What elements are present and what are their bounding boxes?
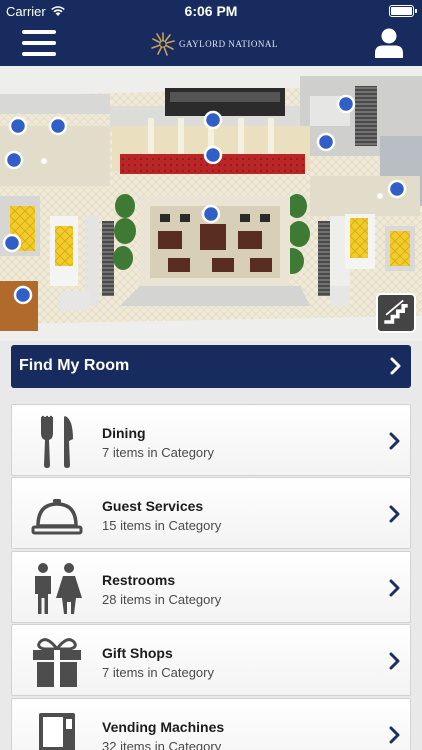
category-count: 7 items in Category [102, 445, 214, 460]
map-render [0, 66, 422, 341]
category-count: 28 items in Category [102, 592, 222, 607]
floor-map[interactable] [0, 66, 422, 341]
chevron-right-icon [389, 505, 400, 523]
category-title: Restrooms [102, 572, 176, 588]
service-bell-icon [31, 499, 83, 535]
category-restrooms[interactable]: Restrooms 28 items in Category [11, 551, 411, 623]
brand-logo: GAYLORD NATIONAL [150, 30, 280, 58]
category-gift-shops[interactable]: Gift Shops 7 items in Category [11, 624, 411, 696]
chevron-right-icon [389, 432, 400, 450]
find-my-room-label: Find My Room [19, 357, 130, 374]
fork-knife-icon [41, 415, 73, 468]
status-bar: Carrier 6:06 PM [0, 0, 422, 22]
category-count: 7 items in Category [102, 665, 214, 680]
gift-icon [33, 638, 81, 687]
user-profile-icon[interactable] [374, 27, 404, 59]
app-screen: Carrier 6:06 PM GAYLORD NATIONAL Find My… [0, 0, 422, 750]
category-vending-machines[interactable]: Vending Machines 32 items in Category [11, 698, 411, 750]
stairs-icon[interactable] [376, 293, 416, 333]
find-my-room-button[interactable]: Find My Room [11, 345, 411, 388]
chevron-right-icon [389, 652, 400, 670]
category-title: Vending Machines [102, 719, 225, 735]
category-dining[interactable]: Dining 7 items in Category [11, 404, 411, 476]
chevron-right-icon [390, 357, 401, 375]
category-title: Gift Shops [102, 645, 173, 661]
clock-time: 6:06 PM [184, 3, 238, 19]
category-guest-services[interactable]: Guest Services 15 items in Category [11, 477, 411, 549]
nav-bar: GAYLORD NATIONAL [0, 22, 422, 66]
vending-machine-icon [39, 713, 75, 750]
hamburger-menu-icon[interactable] [22, 28, 56, 58]
category-count: 32 items in Category [102, 739, 222, 750]
brand-name: GAYLORD NATIONAL [179, 39, 278, 49]
sunburst-logo-icon [151, 32, 175, 56]
category-title: Dining [102, 425, 146, 441]
category-title: Guest Services [102, 498, 204, 514]
chevron-right-icon [389, 726, 400, 744]
category-count: 15 items in Category [102, 518, 222, 533]
chevron-right-icon [389, 579, 400, 597]
battery-icon [389, 5, 417, 17]
restroom-icon [35, 563, 82, 614]
